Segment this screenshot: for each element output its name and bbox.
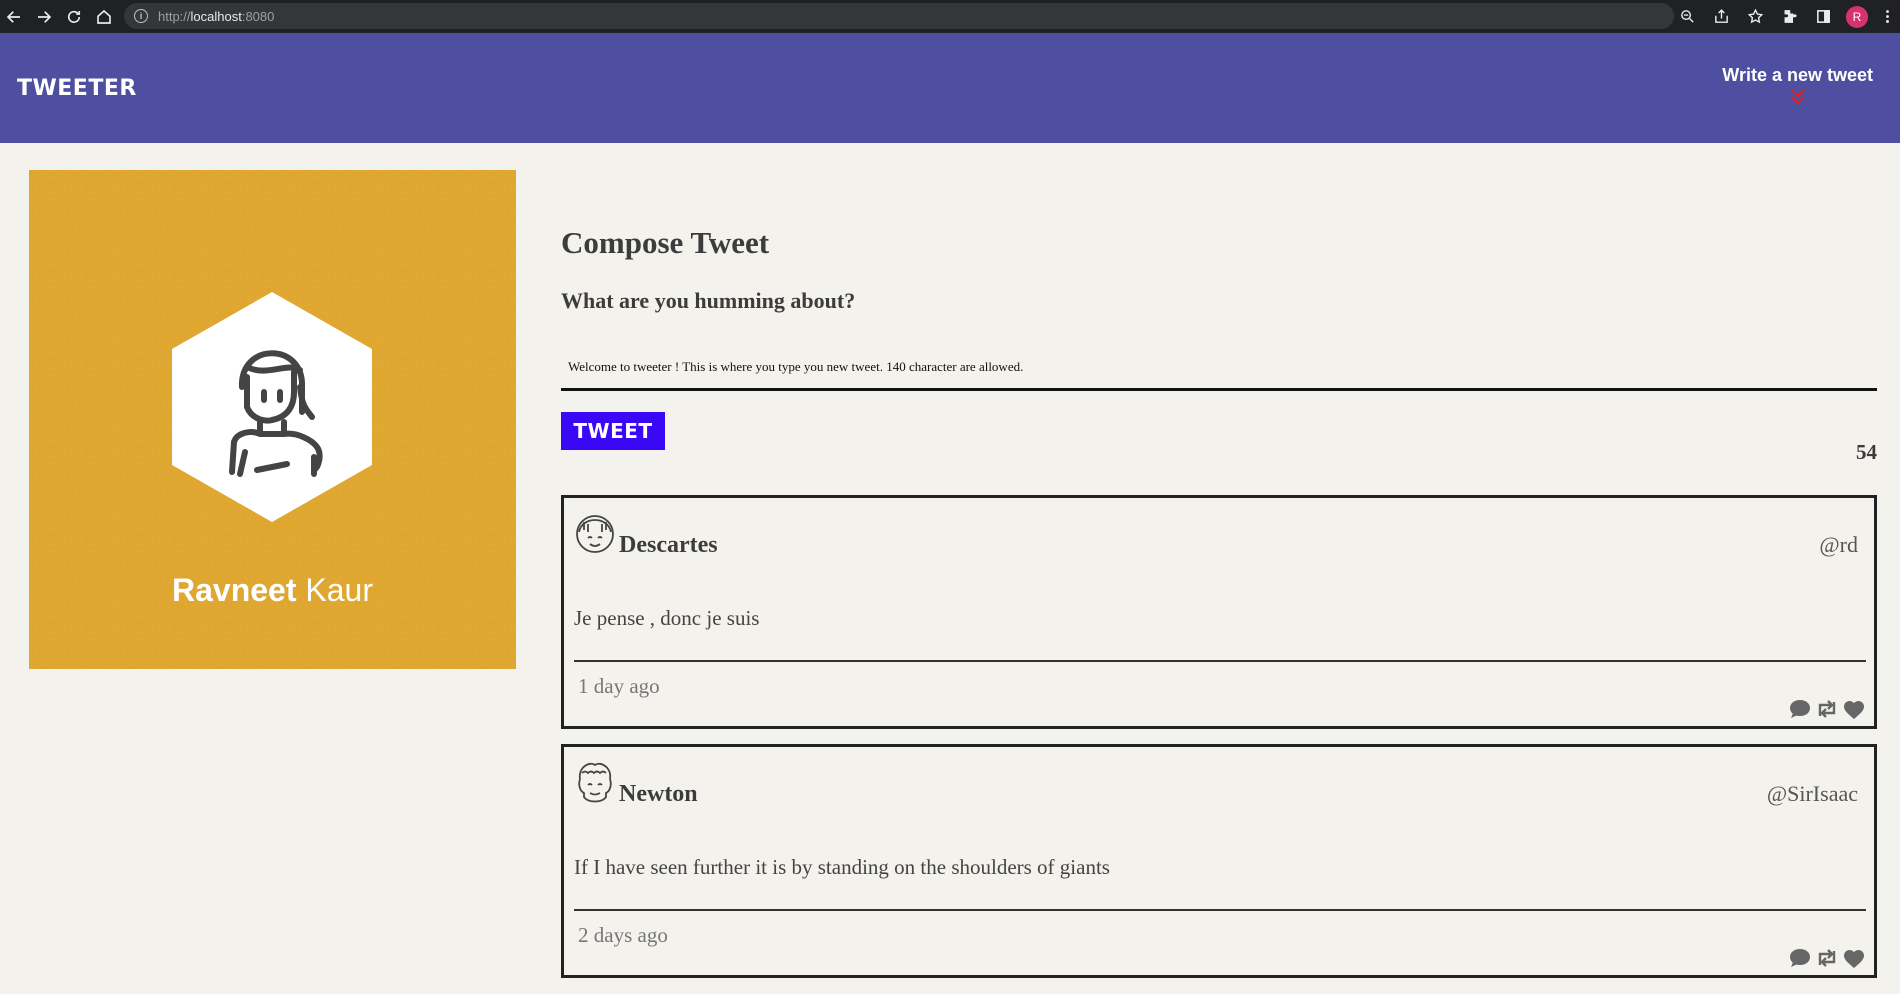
tweet-handle[interactable]: @SirIsaac — [1767, 781, 1858, 807]
menu-kebab-icon[interactable] — [1874, 0, 1900, 33]
back-icon[interactable] — [0, 3, 28, 31]
forward-icon[interactable] — [30, 3, 58, 31]
zoom-icon[interactable] — [1670, 0, 1704, 33]
tweet-divider — [574, 660, 1866, 662]
profile-avatar-icon — [172, 292, 372, 522]
tweet-timestamp: 2 days ago — [578, 923, 668, 947]
tweet-divider — [574, 909, 1866, 911]
tweet-author-name[interactable]: Newton — [619, 781, 698, 808]
browser-toolbar: i http://localhost:8080 R — [0, 0, 1900, 33]
bookmark-star-icon[interactable] — [1738, 0, 1772, 33]
tweet-content: If I have seen further it is by standing… — [574, 855, 1110, 879]
brand-logo[interactable]: TWEETER — [17, 76, 137, 101]
user-avatar-icon — [578, 762, 612, 803]
home-icon[interactable] — [90, 3, 118, 31]
write-new-tweet-link[interactable]: Write a new tweet — [1722, 65, 1873, 107]
tweet-author-name[interactable]: Descartes — [619, 532, 718, 559]
top-nav: TWEETER Write a new tweet — [0, 33, 1900, 143]
tweet-card: Descartes @rd Je pense , donc je suis 1 … — [561, 495, 1877, 729]
profile-first-name: Ravneet — [172, 572, 297, 608]
site-info-icon[interactable]: i — [134, 9, 148, 23]
tweet-textarea[interactable] — [561, 345, 1877, 391]
profile-name: Ravneet Kaur — [29, 572, 516, 609]
tweet-handle[interactable]: @rd — [1819, 532, 1858, 558]
reload-icon[interactable] — [60, 3, 88, 31]
compose-title: Compose Tweet — [561, 225, 770, 260]
tweet-actions — [1788, 947, 1866, 969]
tweet-actions — [1788, 698, 1866, 720]
extensions-icon[interactable] — [1772, 0, 1806, 33]
comment-icon[interactable] — [1788, 947, 1812, 969]
heart-icon[interactable] — [1842, 698, 1866, 720]
profile-last-name: Kaur — [305, 572, 373, 608]
share-icon[interactable] — [1704, 0, 1738, 33]
write-new-tweet-label: Write a new tweet — [1722, 65, 1873, 85]
url-text: http://localhost:8080 — [158, 8, 275, 24]
profile-avatar[interactable]: R — [1840, 0, 1874, 33]
double-chevron-down-icon — [1790, 89, 1805, 105]
tweet-card: Newton @SirIsaac If I have seen further … — [561, 744, 1877, 978]
user-avatar-icon — [576, 515, 614, 553]
heart-icon[interactable] — [1842, 947, 1866, 969]
comment-icon[interactable] — [1788, 698, 1812, 720]
tweet-button[interactable]: TWEET — [561, 412, 665, 450]
compose-subtitle: What are you humming about? — [561, 288, 856, 313]
retweet-icon[interactable] — [1815, 947, 1839, 969]
retweet-icon[interactable] — [1815, 698, 1839, 720]
address-bar[interactable]: i http://localhost:8080 — [124, 3, 1674, 29]
tweet-content: Je pense , donc je suis — [574, 606, 760, 630]
profile-card: Ravneet Kaur — [29, 170, 516, 669]
char-counter: 54 — [1856, 440, 1877, 464]
side-panel-icon[interactable] — [1806, 0, 1840, 33]
tweet-timestamp: 1 day ago — [578, 674, 660, 698]
